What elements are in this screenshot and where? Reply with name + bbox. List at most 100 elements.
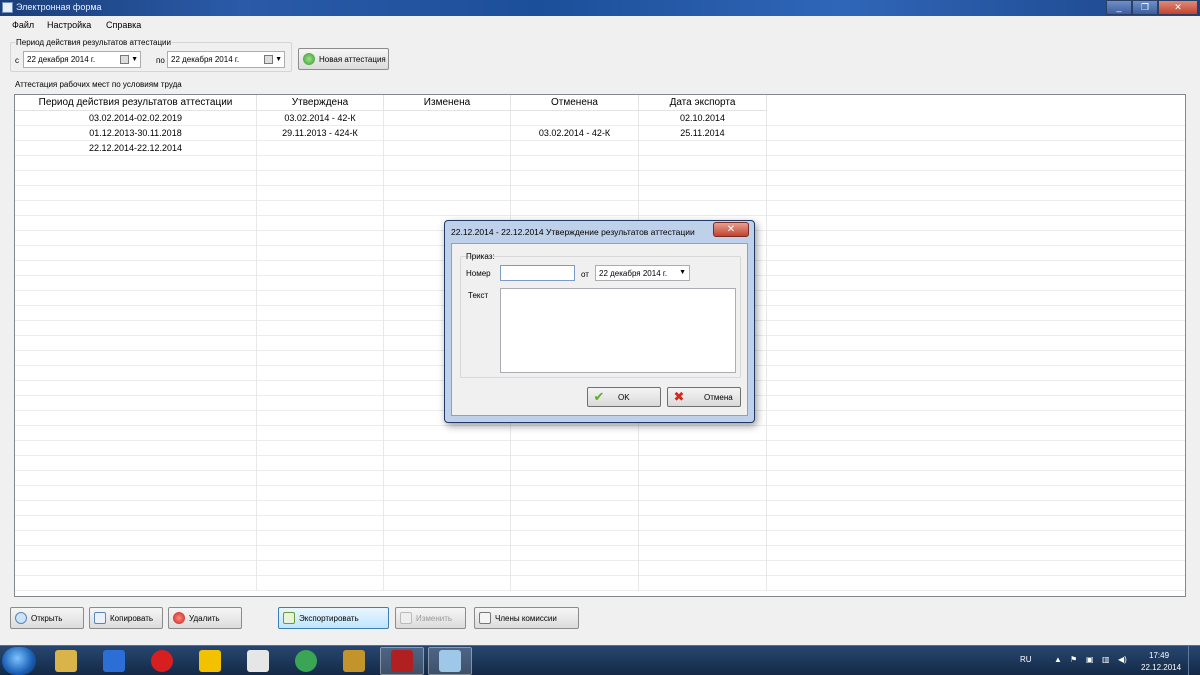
new-attestation-button[interactable]: Новая аттестация (298, 48, 389, 70)
table-cell (15, 366, 257, 381)
table-cell (257, 561, 384, 576)
app-icon (2, 2, 13, 13)
taskbar-app-button[interactable] (380, 647, 424, 675)
network-icon[interactable]: ▥ (1102, 655, 1110, 664)
taskbar-app-button[interactable] (92, 647, 136, 675)
table-row[interactable] (15, 171, 1185, 186)
calendar-icon (120, 55, 129, 64)
table-row[interactable] (15, 576, 1185, 591)
export-button[interactable]: Экспортировать (278, 607, 389, 629)
column-period[interactable]: Период действия результатов аттестации (15, 95, 257, 111)
table-cell (639, 171, 767, 186)
menu-file[interactable]: Файл (12, 20, 34, 30)
table-cell (639, 501, 767, 516)
ok-button[interactable]: ✔ OK (587, 387, 661, 407)
show-desktop-button[interactable] (1188, 646, 1200, 675)
system-tray: RU ▲ ⚑ ▣ ▥ ◀) 17:49 22.12.2014 (1010, 646, 1200, 675)
table-cell (257, 381, 384, 396)
table-cell (384, 126, 511, 141)
dropdown-arrow-icon: ▼ (275, 56, 282, 63)
order-text-area[interactable] (500, 288, 736, 373)
window-title: Электронная форма (16, 2, 102, 12)
close-button[interactable]: ✕ (1158, 0, 1198, 15)
table-cell (257, 456, 384, 471)
table-cell: 25.11.2014 (639, 126, 767, 141)
table-row[interactable] (15, 501, 1185, 516)
order-label: Приказ: (466, 252, 495, 261)
order-number-input[interactable] (500, 265, 575, 281)
edit-icon (400, 612, 412, 624)
table-row[interactable]: 01.12.2013-30.11.2018 29.11.2013 - 424-К 0… (15, 126, 1185, 141)
flag-icon[interactable]: ⚑ (1070, 655, 1077, 664)
taskbar-app-button[interactable] (140, 647, 184, 675)
order-date-picker[interactable]: 22 декабря 2014 г. ▼ (595, 265, 690, 281)
column-export-date[interactable]: Дата экспорта (639, 95, 767, 111)
approval-dialog: 22.12.2014 - 22.12.2014 Утверждение резу… (444, 220, 755, 423)
menu-settings[interactable]: Настройка (47, 20, 91, 30)
cancel-button[interactable]: ✖ Отмена (667, 387, 741, 407)
table-row[interactable] (15, 486, 1185, 501)
tray-expand-icon[interactable]: ▲ (1054, 655, 1062, 664)
table-row[interactable] (15, 561, 1185, 576)
table-row[interactable] (15, 201, 1185, 216)
taskbar-app-button[interactable] (44, 647, 88, 675)
table-cell (15, 486, 257, 501)
copy-button[interactable]: Копировать (89, 607, 163, 629)
order-date-value: 22 декабря 2014 г. (599, 269, 668, 278)
clock-date[interactable]: 22.12.2014 (1141, 663, 1181, 672)
ok-label: OK (618, 392, 630, 402)
table-cell (384, 456, 511, 471)
column-cancelled[interactable]: Отменена (511, 95, 639, 111)
table-row[interactable]: 03.02.2014-02.02.2019 03.02.2014 - 42-К 02… (15, 111, 1185, 126)
language-indicator[interactable]: RU (1020, 655, 1032, 664)
minimize-button[interactable]: _ (1106, 0, 1132, 15)
column-approved[interactable]: Утверждена (257, 95, 384, 111)
table-cell (511, 456, 639, 471)
table-row[interactable] (15, 546, 1185, 561)
delete-button[interactable]: Удалить (168, 607, 242, 629)
edit-button[interactable]: Изменить (395, 607, 466, 629)
members-icon (479, 612, 491, 624)
checkmark-icon: ✔ (593, 389, 605, 404)
taskbar-app-button[interactable] (332, 647, 376, 675)
dialog-close-button[interactable]: ✕ (713, 222, 749, 237)
table-row[interactable] (15, 156, 1185, 171)
menu-help[interactable]: Справка (106, 20, 141, 30)
to-label: по (156, 56, 165, 65)
table-row[interactable] (15, 426, 1185, 441)
to-date-picker[interactable]: 22 декабря 2014 г. ▼ (167, 51, 285, 68)
table-cell (384, 516, 511, 531)
taskbar-app-button[interactable] (428, 647, 472, 675)
export-label: Экспортировать (299, 613, 359, 623)
table-cell (511, 531, 639, 546)
taskbar-app-button[interactable] (236, 647, 280, 675)
table-cell (257, 351, 384, 366)
open-button[interactable]: Открыть (10, 607, 84, 629)
table-row[interactable]: 22.12.2014-22.12.2014 (15, 141, 1185, 156)
taskbar-app-button[interactable] (188, 647, 232, 675)
table-row[interactable] (15, 186, 1185, 201)
commission-members-button[interactable]: Члены комиссии (474, 607, 579, 629)
window-controls: _ ❐ ✕ (1106, 0, 1198, 15)
column-changed[interactable]: Изменена (384, 95, 511, 111)
start-button[interactable] (2, 647, 36, 675)
dropdown-arrow-icon: ▼ (679, 269, 686, 276)
table-row[interactable] (15, 441, 1185, 456)
cards-icon (247, 650, 269, 672)
table-cell (639, 156, 767, 171)
restore-button[interactable]: ❐ (1132, 0, 1158, 15)
red-app-icon (391, 650, 413, 672)
usb-icon[interactable]: ▣ (1086, 655, 1094, 664)
table-cell (511, 576, 639, 591)
table-cell (15, 546, 257, 561)
table-row[interactable] (15, 531, 1185, 546)
clock-time[interactable]: 17:49 (1149, 651, 1169, 660)
taskbar-app-button[interactable] (284, 647, 328, 675)
table-row[interactable] (15, 456, 1185, 471)
volume-icon[interactable]: ◀) (1118, 655, 1127, 664)
table-row[interactable] (15, 471, 1185, 486)
table-cell (639, 186, 767, 201)
table-row[interactable] (15, 516, 1185, 531)
table-cell (384, 201, 511, 216)
from-date-picker[interactable]: 22 декабря 2014 г. ▼ (23, 51, 141, 68)
